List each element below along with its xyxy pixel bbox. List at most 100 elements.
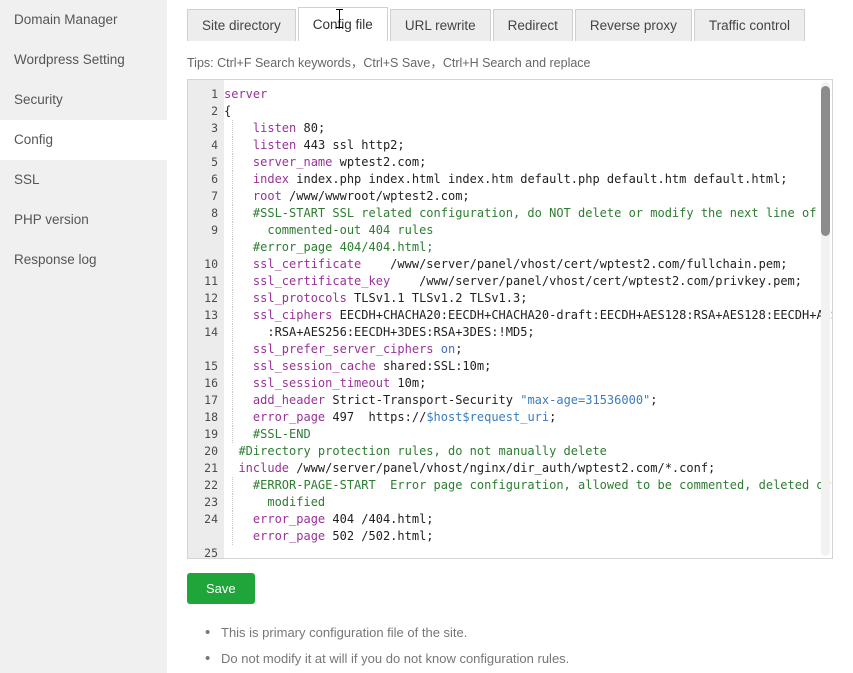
sidebar-item-config[interactable]: Config <box>0 120 167 160</box>
text-cursor-icon <box>339 9 340 28</box>
code-line[interactable]: ssl_certificate_key /www/server/panel/vh… <box>224 273 814 290</box>
code-token-num: 80; <box>296 121 325 135</box>
code-token-pun <box>224 155 253 169</box>
code-token-pun <box>224 342 253 356</box>
code-token-num: 10m; <box>390 376 426 390</box>
code-line[interactable]: error_page 497 https://$host$request_uri… <box>224 409 814 426</box>
line-number: 12 <box>188 290 218 307</box>
code-token-num: Strict-Transport-Security <box>325 393 520 407</box>
line-number: 16 <box>188 375 218 392</box>
editor-scrollbar-thumb[interactable] <box>821 86 830 236</box>
tab-traffic-control[interactable]: Traffic control <box>694 9 805 41</box>
code-token-num: TLSv1.1 TLSv1.2 TLSv1.3; <box>347 291 528 305</box>
code-token-pun <box>224 189 253 203</box>
sidebar-item-ssl[interactable]: SSL <box>0 160 167 200</box>
editor-vertical-scrollbar[interactable] <box>821 82 830 556</box>
code-token-pun <box>224 257 253 271</box>
code-token-kw: ssl_ciphers <box>253 308 332 322</box>
code-line[interactable]: ssl_session_cache shared:SSL:10m; <box>224 358 814 375</box>
tab-reverse-proxy[interactable]: Reverse proxy <box>575 9 692 41</box>
code-token-pun: ; <box>549 410 556 424</box>
sidebar-item-security[interactable]: Security <box>0 80 167 120</box>
code-token-pun <box>434 342 441 356</box>
sidebar-item-domain-manager[interactable]: Domain Manager <box>0 0 167 40</box>
tab-redirect[interactable]: Redirect <box>493 9 573 41</box>
code-token-num: 502 /502.html; <box>325 529 433 543</box>
code-token-num: /www/server/panel/vhost/cert/wptest2.com… <box>361 257 787 271</box>
editor-body[interactable]: 1234567891011121314151617181920212223242… <box>188 80 832 558</box>
code-line[interactable]: { <box>224 103 814 120</box>
code-line[interactable]: root /www/wwwroot/wptest2.com; <box>224 188 814 205</box>
tab-url-rewrite[interactable]: URL rewrite <box>390 9 491 41</box>
tab-site-directory[interactable]: Site directory <box>187 9 296 41</box>
code-line[interactable]: include /www/server/panel/vhost/nginx/di… <box>224 460 814 477</box>
config-file-page: Domain ManagerWordpress SettingSecurityC… <box>0 0 853 673</box>
code-line[interactable]: ssl_session_timeout 10m; <box>224 375 814 392</box>
code-line[interactable]: #Directory protection rules, do not manu… <box>224 443 814 460</box>
sidebar-item-php-version[interactable]: PHP version <box>0 200 167 240</box>
notes-list: This is primary configuration file of th… <box>187 620 853 672</box>
code-token-pun <box>224 138 253 152</box>
code-token-kw: ssl_session_cache <box>253 359 376 373</box>
save-button[interactable]: Save <box>187 573 255 604</box>
code-line[interactable]: ssl_protocols TLSv1.1 TLSv1.2 TLSv1.3; <box>224 290 814 307</box>
code-line[interactable]: :RSA+AES256:EECDH+3DES:RSA+3DES:!MD5; <box>224 324 814 341</box>
code-token-kw: ssl_certificate_key <box>253 274 390 288</box>
line-number: 4 <box>188 137 218 154</box>
code-token-pun <box>224 274 253 288</box>
code-line[interactable]: #ERROR-PAGE-START Error page configurati… <box>224 477 814 494</box>
code-token-var: $host$request_uri <box>426 410 549 424</box>
code-token-cm: commented-out 404 rules <box>224 223 434 237</box>
code-token-pun <box>224 393 253 407</box>
code-token-num: :RSA+AES256:EECDH+3DES:RSA+3DES:!MD5; <box>224 325 535 339</box>
code-token-num: 443 ssl http2; <box>296 138 404 152</box>
code-line[interactable]: server <box>224 86 814 103</box>
line-number-gutter: 1234567891011121314151617181920212223242… <box>188 80 224 558</box>
code-token-pun: { <box>224 104 231 118</box>
line-number: 1 <box>188 86 218 103</box>
code-line[interactable]: #error_page 404/404.html; <box>224 239 814 256</box>
code-token-pun <box>224 172 253 186</box>
code-line[interactable]: listen 80; <box>224 120 814 137</box>
code-line[interactable]: ssl_certificate /www/server/panel/vhost/… <box>224 256 814 273</box>
line-number: 20 <box>188 443 218 460</box>
code-token-num: /www/server/panel/vhost/nginx/dir_auth/w… <box>289 461 715 475</box>
code-token-pun <box>224 461 238 475</box>
code-token-num: shared:SSL:10m; <box>376 359 492 373</box>
code-line[interactable]: commented-out 404 rules <box>224 222 814 239</box>
code-token-pun <box>224 291 253 305</box>
tab-config-file[interactable]: Config file <box>298 7 388 41</box>
code-line[interactable]: #SSL-START SSL related configuration, do… <box>224 205 814 222</box>
config-editor[interactable]: 1234567891011121314151617181920212223242… <box>187 79 833 559</box>
line-number: 19 <box>188 426 218 443</box>
code-token-num: /www/wwwroot/wptest2.com; <box>282 189 470 203</box>
line-number: 23 <box>188 494 218 511</box>
code-token-cm: #ERROR-PAGE-START Error page configurati… <box>224 478 831 492</box>
line-number: 15 <box>188 358 218 375</box>
code-token-num: EECDH+CHACHA20:EECDH+CHACHA20-draft:EECD… <box>332 308 832 322</box>
code-line[interactable]: modified <box>224 494 814 511</box>
code-token-kw: listen <box>253 138 296 152</box>
code-token-num: wptest2.com; <box>332 155 426 169</box>
code-token-kw: error_page <box>253 512 325 526</box>
code-token-kw: error_page <box>253 410 325 424</box>
code-line[interactable]: #SSL-END <box>224 426 814 443</box>
code-token-cm: #SSL-START SSL related configuration, do… <box>224 206 816 220</box>
code-token-kw: root <box>253 189 282 203</box>
code-line[interactable]: error_page 502 /502.html; <box>224 528 814 545</box>
code-line[interactable]: index index.php index.html index.htm def… <box>224 171 814 188</box>
sidebar-item-response-log[interactable]: Response log <box>0 240 167 280</box>
code-line[interactable]: error_page 404 /404.html; <box>224 511 814 528</box>
sidebar-item-wordpress-setting[interactable]: Wordpress Setting <box>0 40 167 80</box>
main-content: Site directoryConfig fileURL rewriteRedi… <box>167 0 853 673</box>
code-token-kw: error_page <box>253 529 325 543</box>
code-line[interactable]: listen 443 ssl http2; <box>224 137 814 154</box>
line-number <box>188 528 218 545</box>
code-line[interactable]: ssl_ciphers EECDH+CHACHA20:EECDH+CHACHA2… <box>224 307 814 324</box>
line-number: 8 <box>188 205 218 222</box>
code-token-kw: index <box>253 172 289 186</box>
code-line[interactable]: server_name wptest2.com; <box>224 154 814 171</box>
code-line[interactable]: add_header Strict-Transport-Security "ma… <box>224 392 814 409</box>
code-area[interactable]: server{ listen 80; listen 443 ssl http2;… <box>224 80 832 558</box>
code-line[interactable]: ssl_prefer_server_ciphers on; <box>224 341 814 358</box>
